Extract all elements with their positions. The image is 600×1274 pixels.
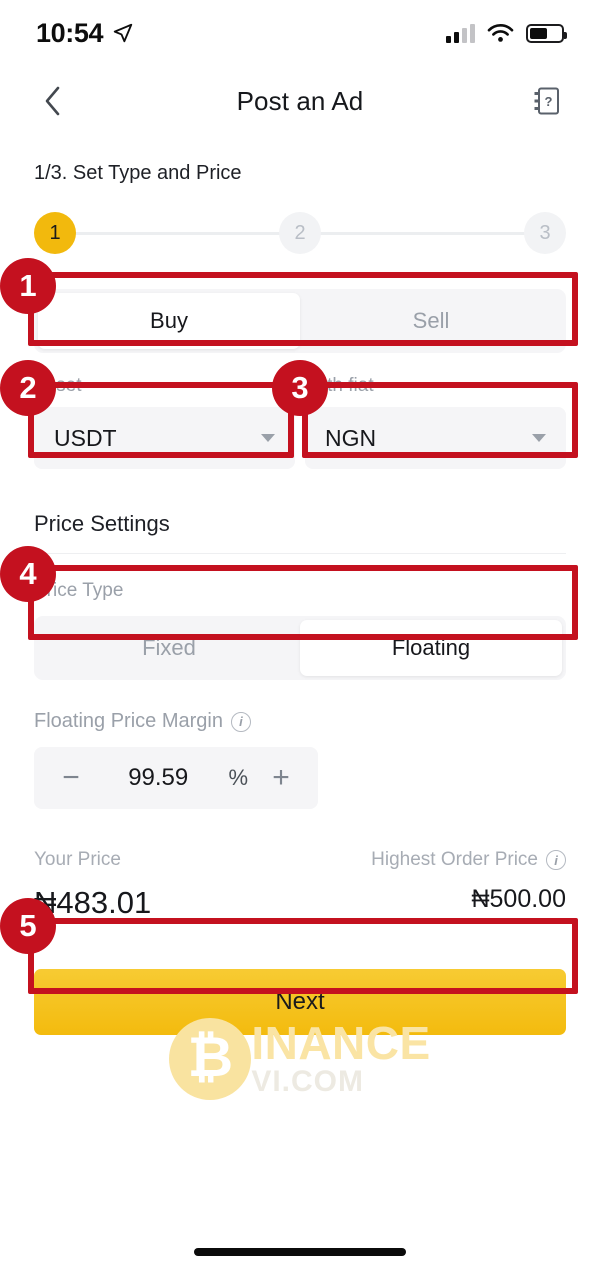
help-button[interactable]: ? [530,84,564,118]
fiat-value: NGN [325,424,377,451]
watermark: ₿ INANCE VI.COM [0,1018,600,1100]
margin-increment-button[interactable]: + [264,763,298,793]
status-bar-left: 10:54 [36,18,134,49]
step-dot-3[interactable]: 3 [524,212,566,254]
help-manual-icon: ? [534,87,559,115]
asset-field: Asset USDT [34,375,295,469]
buy-tab[interactable]: Buy [38,293,300,349]
page-body: 1/3. Set Type and Price 1 2 3 Buy Sell A… [0,136,600,1035]
side-toggle: Buy Sell [34,289,566,353]
info-icon[interactable]: i [546,850,566,870]
chevron-left-icon [45,86,60,116]
annotation-badge-4: 4 [0,546,56,602]
fixed-tab[interactable]: Fixed [38,620,300,676]
margin-value[interactable]: 99.59 [88,764,228,792]
price-summary-row: Your Price ₦483.01 Highest Order Price i… [34,849,566,921]
asset-label: Asset [34,375,82,396]
highest-order-price-label-row: Highest Order Price i [371,849,566,871]
buy-tab-label: Buy [150,308,188,333]
annotation-badge-5: 5 [0,898,56,954]
chevron-down-icon [261,434,275,442]
watermark-sub: VI.COM [251,1064,364,1098]
location-arrow-icon [113,23,133,43]
price-settings-title: Price Settings [34,511,170,536]
chevron-down-icon [532,434,546,442]
highest-order-price-value: ₦500.00 [471,885,566,913]
annotation-badge-1: 1 [0,258,56,314]
step-dot-2-label: 2 [294,221,306,244]
home-indicator [194,1248,406,1256]
margin-unit-label: % [228,765,248,790]
asset-select[interactable]: USDT [34,407,295,469]
step-title: 1/3. Set Type and Price [34,162,242,184]
step-dot-1[interactable]: 1 [34,212,76,254]
annotation-badge-2: 2 [0,360,56,416]
status-bar-right [446,23,567,43]
bitcoin-coin-icon: ₿ [169,1018,252,1100]
sell-tab[interactable]: Sell [300,293,562,349]
info-icon[interactable]: i [230,711,251,732]
price-type-label: Price Type [34,580,124,601]
watermark-text: INANCE VI.COM [251,1017,431,1098]
highest-order-price-block: Highest Order Price i ₦500.00 [371,849,566,921]
fiat-field: With fiat NGN [305,375,566,469]
progress-stepper: 1 2 3 [34,211,566,255]
highest-order-price-label: Highest Order Price [371,849,538,870]
section-divider [34,553,566,554]
step-dot-1-label: 1 [49,221,61,244]
svg-text:?: ? [545,94,553,109]
your-price-label-row: Your Price [34,849,151,871]
floating-margin-label: Floating Price Margin [34,710,223,732]
step-dot-2[interactable]: 2 [279,212,321,254]
fiat-label: With fiat [305,375,374,396]
battery-icon [526,23,567,43]
fiat-select[interactable]: NGN [305,407,566,469]
price-type-toggle: Fixed Floating [34,616,566,680]
sell-tab-label: Sell [412,308,450,333]
margin-stepper: − 99.59 % + [34,747,318,809]
floating-margin-label-row: Floating Price Margin i [34,710,566,733]
phone-screen: 10:54 Post an Ad ? 1/3. Set Type and Pri… [0,0,600,1274]
wifi-icon [487,24,514,42]
your-price-label: Your Price [34,849,121,870]
asset-value: USDT [54,424,117,451]
next-button-label: Next [275,988,325,1015]
floating-tab-label: Floating [391,635,471,660]
clock-label: 10:54 [36,17,104,48]
margin-decrement-button[interactable]: − [54,763,88,793]
fixed-tab-label: Fixed [142,635,196,660]
back-button[interactable] [36,84,70,118]
page-title: Post an Ad [236,85,364,116]
watermark-main: INANCE [251,1017,431,1070]
step-dot-3-label: 3 [539,221,551,244]
status-bar: 10:54 [0,0,600,66]
floating-tab[interactable]: Floating [300,620,562,676]
cellular-signal-icon [446,23,475,43]
navigation-bar: Post an Ad ? [0,66,600,136]
annotation-badge-3: 3 [272,360,328,416]
